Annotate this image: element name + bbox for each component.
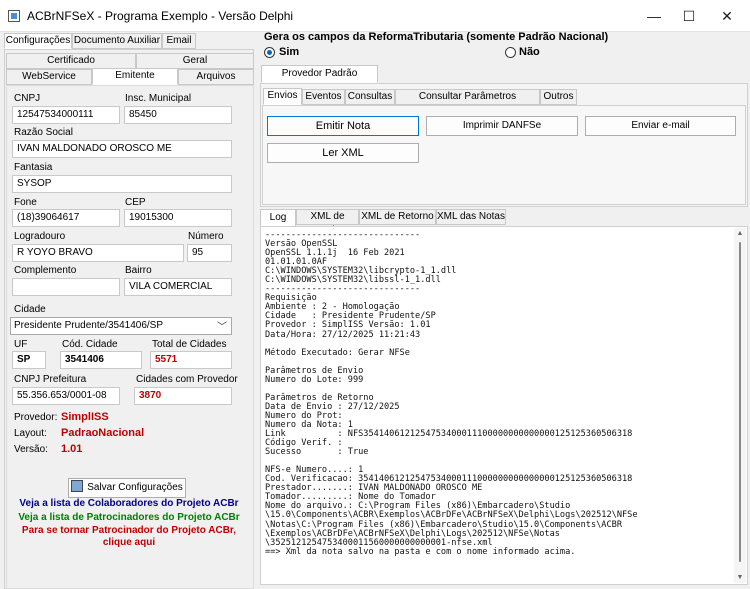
enviar-email-button[interactable]: Enviar e-mail [585, 116, 736, 136]
layout-label: Layout: [14, 428, 47, 439]
colaboradores-link[interactable]: Veja a lista de Colaboradores do Projeto… [0, 498, 258, 509]
tab-documento-auxiliar[interactable]: Documento Auxiliar [72, 33, 162, 49]
log-memo[interactable]: ------------------------------ Versão Op… [260, 226, 748, 585]
chevron-down-icon: ﹀ [217, 322, 227, 333]
fone-field[interactable]: (18)39064617 [12, 209, 120, 227]
insc-municipal-field[interactable]: 85450 [124, 106, 232, 124]
tornar-patrocinador-link[interactable]: Para se tornar Patrocinador do Projeto A… [0, 525, 258, 536]
cidades-provedor-label: Cidades com Provedor [136, 374, 238, 385]
razao-social-field[interactable]: IVAN MALDONADO OROSCO ME [12, 140, 232, 158]
tab-arquivos[interactable]: Arquivos [178, 69, 254, 85]
fantasia-label: Fantasia [14, 162, 53, 173]
logradouro-field[interactable]: R YOYO BRAVO [12, 244, 184, 262]
tab-xml-retorno[interactable]: XML de Retorno [359, 209, 436, 225]
versao-value: 1.01 [61, 443, 83, 455]
radio-nao[interactable] [505, 47, 516, 58]
salvar-configuracoes-button[interactable]: Salvar Configurações [68, 478, 186, 498]
total-cidades-label: Total de Cidades [152, 339, 227, 350]
app-icon [8, 10, 20, 22]
razao-social-label: Razão Social [14, 127, 73, 138]
radio-sim[interactable] [264, 47, 275, 58]
scroll-up-icon[interactable]: ▲ [736, 230, 744, 237]
cnpj-prefeitura-field[interactable]: 55.356.653/0001-08 [12, 387, 120, 405]
complemento-field[interactable] [12, 278, 120, 296]
provedor-value: SimplISS [61, 411, 109, 423]
cep-field[interactable]: 19015300 [124, 209, 232, 227]
bairro-label: Bairro [125, 265, 152, 276]
tab-configuracoes[interactable]: Configurações [4, 33, 72, 49]
cidade-select[interactable]: Presidente Prudente/3541406/SP ﹀ [10, 317, 232, 335]
configuration-panel: Configurações Documento Auxiliar Email C… [0, 32, 258, 589]
scroll-down-icon[interactable]: ▼ [736, 574, 744, 581]
ler-xml-button[interactable]: Ler XML [267, 143, 419, 163]
reforma-tributaria-group-title: Gera os campos da ReformaTributaria (som… [264, 31, 609, 43]
cidade-label: Cidade [14, 304, 46, 315]
tab-certificado[interactable]: Certificado [6, 53, 136, 69]
layout-value: PadraoNacional [61, 427, 145, 439]
window-title: ACBrNFSeX - Programa Exemplo - Versão De… [27, 9, 294, 23]
tab-webservice[interactable]: WebService [6, 69, 92, 85]
radio-nao-label: Não [519, 46, 540, 58]
cep-label: CEP [125, 197, 146, 208]
tab-consultas[interactable]: Consultas [345, 89, 395, 105]
cidades-provedor-field[interactable]: 3870 [134, 387, 232, 405]
title-bar: ACBrNFSeX - Programa Exemplo - Versão De… [0, 0, 750, 32]
cod-cidade-label: Cód. Cidade [62, 339, 118, 350]
bairro-field[interactable]: VILA COMERCIAL [124, 278, 232, 296]
save-icon [71, 480, 84, 493]
cnpj-label: CNPJ [14, 93, 41, 104]
complemento-label: Complemento [14, 265, 77, 276]
total-cidades-field[interactable]: 5571 [150, 351, 232, 369]
tab-outros[interactable]: Outros [540, 89, 577, 105]
uf-field[interactable]: SP [12, 351, 46, 369]
radio-sim-label: Sim [279, 46, 300, 58]
tab-emitente[interactable]: Emitente [92, 68, 178, 85]
clique-aqui-link[interactable]: clique aqui [0, 537, 258, 548]
cidade-selected-value: Presidente Prudente/3541406/SP [14, 320, 163, 331]
emitir-nota-button[interactable]: Emitir Nota [267, 116, 419, 136]
uf-label: UF [14, 339, 28, 350]
scroll-thumb[interactable] [739, 242, 741, 562]
salvar-configuracoes-label: Salvar Configurações [87, 482, 183, 493]
close-button[interactable]: ✕ [704, 0, 750, 32]
versao-label: Versão: [14, 444, 48, 455]
tab-eventos[interactable]: Eventos [302, 89, 345, 105]
patrocinadores-link[interactable]: Veja a lista de Patrocinadores do Projet… [0, 512, 258, 523]
tab-provedor-padrao-nacional[interactable]: Provedor Padrão Nacional [261, 65, 378, 95]
tab-email[interactable]: Email [162, 33, 196, 49]
tab-envios[interactable]: Envios [263, 88, 302, 105]
tab-xml-notas[interactable]: XML das Notas [436, 209, 506, 225]
insc-municipal-label: Insc. Municipal [125, 93, 192, 104]
numero-field[interactable]: 95 [187, 244, 232, 262]
fone-label: Fone [14, 197, 37, 208]
log-text: ------------------------------ Versão Op… [265, 230, 638, 557]
fantasia-field[interactable]: SYSOP [12, 175, 232, 193]
tab-consultar-parametros-municipais[interactable]: Consultar Parâmetros Municipais [395, 89, 540, 116]
cod-cidade-field[interactable]: 3541406 [60, 351, 142, 369]
provedor-label: Provedor: [14, 412, 58, 423]
imprimir-danfse-button[interactable]: Imprimir DANFSe [426, 116, 578, 136]
tab-xml-envio[interactable]: XML de Envio [296, 209, 359, 236]
cnpj-field[interactable]: 12547534000111 [12, 106, 120, 124]
log-scrollbar[interactable]: ▲ ▼ [734, 228, 746, 583]
logradouro-label: Logradouro [14, 231, 66, 242]
numero-label: Número [188, 231, 224, 242]
tab-geral[interactable]: Geral [136, 53, 254, 69]
cnpj-prefeitura-label: CNPJ Prefeitura [14, 374, 87, 385]
tab-log[interactable]: Log [260, 209, 296, 227]
